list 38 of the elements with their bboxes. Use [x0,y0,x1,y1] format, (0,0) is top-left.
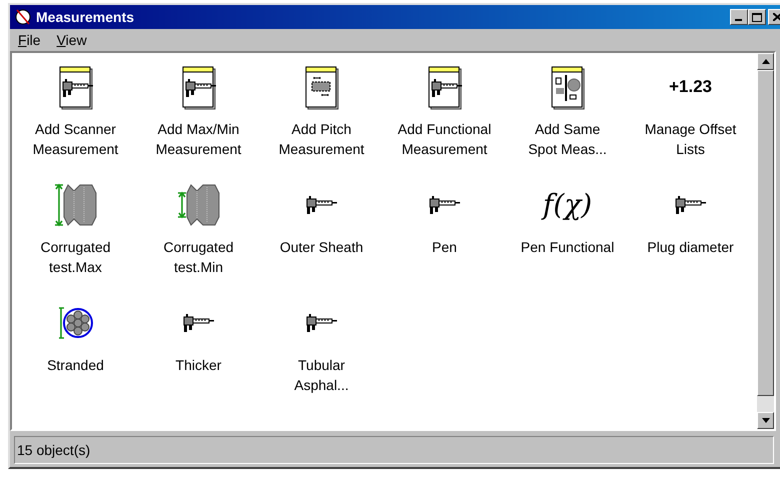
minimize-button[interactable] [730,9,748,25]
app-icon [14,8,32,26]
item-label[interactable]: Stranded [47,355,104,375]
caliper-icon [426,193,462,217]
down-arrow-icon [762,418,770,423]
item-label[interactable]: Add Functional Measurement [398,119,492,159]
item-label[interactable]: Add Same Spot Meas... [528,119,607,159]
menu-item[interactable]: File [12,30,47,50]
caliper-icon [304,311,340,335]
item-label[interactable]: Plug diameter [647,237,734,257]
caliper-icon [672,193,708,217]
menu-item[interactable]: View [50,30,93,50]
window-title: Measurements [36,8,134,26]
item-label[interactable]: Add Pitch Measurement [278,119,364,159]
caliper-icon [180,311,216,335]
item-label[interactable]: Pen Functional [520,237,614,257]
corrugated-tube-icon [176,183,220,227]
caliper-icon [304,193,340,217]
item-label[interactable]: Outer Sheath [280,237,364,257]
close-icon [772,13,780,21]
item-label[interactable]: Corrugated test.Max [40,237,111,277]
function-icon: f(χ) [542,191,592,219]
item-label[interactable]: Manage Offset Lists [644,119,736,159]
up-arrow-icon [762,59,770,64]
item-label[interactable]: Thicker [176,355,222,375]
scroll-down-button[interactable] [757,412,774,429]
status-text: 15 object(s) [17,440,90,460]
stranded-cable-icon [58,306,94,340]
item-label[interactable]: Corrugated test.Min [163,237,234,277]
item-label[interactable]: Add Max/Min Measurement [156,119,242,159]
maximize-icon [752,12,762,22]
item-label[interactable]: Pen [432,237,457,257]
maximize-button[interactable] [748,9,766,25]
corrugated-tube-icon [54,183,98,227]
offset-value-icon: +1.23 [668,74,712,100]
item-label[interactable]: Add Scanner Measurement [32,119,118,159]
scroll-up-button[interactable] [757,53,774,70]
item-label[interactable]: Tubular Asphal... [294,355,349,395]
